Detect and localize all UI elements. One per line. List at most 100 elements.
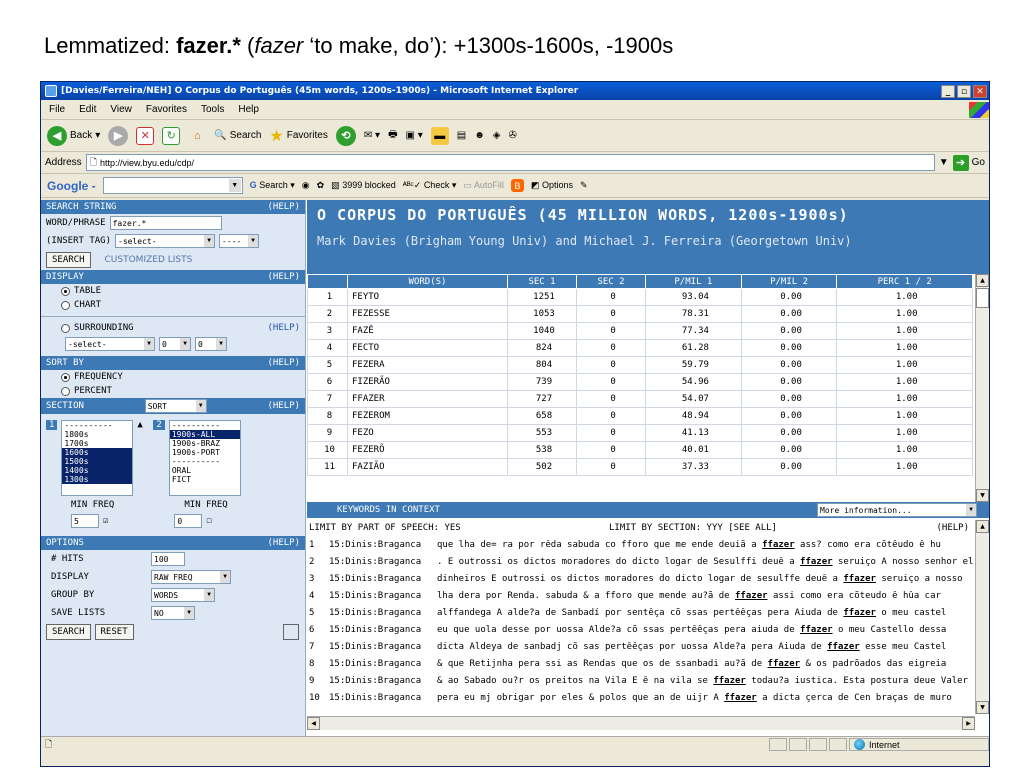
help-link[interactable]: (HELP) [267,401,300,411]
kwic-source[interactable]: 15:Dinis:Braganca [329,608,437,618]
research-icon[interactable]: ◈ [493,130,501,141]
kwic-source[interactable]: 15:Dinis:Braganca [329,642,437,652]
column-header[interactable]: WORD(S) [347,274,508,289]
kwic-keyword[interactable]: ffazer [800,557,833,567]
close-icon[interactable]: ✕ [973,84,987,98]
section-option[interactable]: 1500s [62,457,133,466]
table-row[interactable]: 10 FEZERÕ 538 0 40.01 0.00 1.00 [307,441,973,459]
word-phrase-input[interactable]: fazer.* [109,216,222,230]
refresh-icon[interactable]: ↻ [162,126,181,145]
spellcheck-button[interactable]: ᴬᴮᶜ✓ Check ▾ [403,180,457,191]
section-sort-select[interactable]: SORT [144,399,207,413]
table-row[interactable]: 11 FAZIÃO 502 0 37.33 0.00 1.00 [307,458,973,476]
table-row[interactable]: 8 FEZEROM 658 0 48.94 0.00 1.00 [307,407,973,425]
section-option[interactable]: 1400s [62,466,133,475]
word-cell[interactable]: FEZESSE [347,305,508,323]
help-link[interactable]: (HELP) [267,323,300,333]
search-submit-button[interactable]: SEARCH [46,624,91,640]
table-row[interactable]: 7 FFAZER 727 0 54.07 0.00 1.00 [307,390,973,408]
insert-tag-select[interactable]: -select- [115,234,216,248]
kwic-keyword[interactable]: ffazer [827,642,860,652]
kwic-keyword[interactable]: ffazer [735,591,768,601]
group-by-select[interactable]: WORDS [151,588,215,602]
discuss-icon[interactable]: ▤ [457,130,466,141]
menu-item-file[interactable]: File [49,104,65,115]
menu-item-tools[interactable]: Tools [201,104,224,115]
word-cell[interactable]: FEZERA [347,356,508,374]
home-icon[interactable]: ⌂ [188,127,206,145]
word-cell[interactable]: FEYTO [347,288,508,306]
kwic-keyword[interactable]: ffazer [843,608,876,618]
section2-list[interactable]: ---------- 1900s-ALL 1900s-BRAZ 1900s-PORT -… [168,420,241,496]
help-link[interactable]: (HELP) [267,538,300,548]
google-search-button[interactable]: G Search ▾ [250,180,295,191]
limit-section-text[interactable]: LIMIT BY SECTION: YYY [SEE ALL] [609,523,909,533]
kwic-source[interactable]: 15:Dinis:Braganca [329,574,437,584]
favorites-button[interactable]: ★ Favorites [269,126,327,146]
surrounding-select[interactable]: -select- [65,337,155,351]
kwic-keyword[interactable]: ffazer [843,574,876,584]
column-header[interactable]: P/MIL 1 [645,274,742,289]
kwic-keyword[interactable]: ffazer [768,659,801,669]
menu-item-favorites[interactable]: Favorites [146,104,187,115]
history-icon[interactable]: ⟲ [335,125,356,146]
section-option[interactable]: ---------- [170,457,240,466]
options-button[interactable]: ◩ Options [531,180,573,191]
scroll-down-icon[interactable]: ▼ [976,701,989,714]
blogger-icon[interactable]: B [510,179,524,192]
table-row[interactable]: 1 FEYTO 1251 0 93.04 0.00 1.00 [307,288,973,306]
chart-radio[interactable] [61,300,70,310]
kwic-hscrollbar[interactable]: ◀ ▶ [307,716,975,730]
kwic-scrollbar[interactable]: ▲ ▼ [975,520,989,714]
kwic-source[interactable]: 15:Dinis:Braganca [329,676,437,686]
menu-item-edit[interactable]: Edit [79,104,96,115]
google-logo[interactable]: Google - [47,179,96,193]
section-option[interactable]: 1900s-BRAZ [170,439,240,448]
kwic-source[interactable]: 15:Dinis:Braganca [329,557,437,567]
frequency-radio[interactable] [61,372,70,382]
tag-extra-select[interactable]: ---- [219,234,260,248]
customized-lists-link[interactable]: CUSTOMIZED LISTS [105,255,193,265]
scroll-right-icon[interactable]: ▶ [962,717,975,730]
window-titlebar[interactable]: [Davies/Ferreira/NEH] O Corpus do Portug… [41,82,989,100]
back-button[interactable]: ◀ Back ▾ [47,125,100,146]
help-link[interactable]: (HELP) [267,272,300,282]
minimize-icon[interactable]: _ [941,84,955,98]
google-search-input[interactable] [102,177,243,194]
kwic-keyword[interactable]: ffazer [724,693,757,703]
reset-button[interactable]: RESET [94,624,134,640]
kwic-keyword[interactable]: ffazer [713,676,746,686]
kwic-keyword[interactable]: ffazer [762,540,795,550]
word-cell[interactable]: FAZÊ [347,322,508,340]
word-cell[interactable]: FIZERÃO [347,373,508,391]
surrounding-radio[interactable] [61,323,70,333]
extra-button[interactable] [283,624,299,640]
go-button[interactable]: ➔ Go [952,154,985,171]
pencil-icon[interactable]: ✎ [580,180,588,191]
tool-icon[interactable]: ✇ [508,130,516,141]
table-row[interactable]: 3 FAZÊ 1040 0 77.34 0.00 1.00 [307,322,973,340]
kwic-source[interactable]: 15:Dinis:Braganca [329,659,437,669]
section-option[interactable]: 1300s [62,475,133,484]
kwic-source[interactable]: 15:Dinis:Braganca [329,540,437,550]
menu-item-help[interactable]: Help [238,104,259,115]
pagerank-icon[interactable]: ✿ [317,180,325,191]
scroll-left-icon[interactable]: ◀ [307,717,320,730]
column-header[interactable]: SEC 2 [576,274,647,289]
table-radio[interactable] [61,286,70,296]
more-info-select[interactable]: More information... [817,503,977,517]
table-row[interactable]: 9 FEZO 553 0 41.13 0.00 1.00 [307,424,973,442]
menu-item-view[interactable]: View [110,104,132,115]
right-span-select[interactable]: 0 [195,337,227,351]
min-freq-input-1[interactable]: 5 [71,514,99,528]
section-option[interactable]: 1600s [62,448,133,457]
scroll-up-icon[interactable]: ▲ [976,274,989,287]
address-dropdown-icon[interactable]: ▼ [939,157,949,168]
section-option[interactable]: 1700s [62,439,132,448]
column-header[interactable]: SEC 1 [506,274,578,289]
maximize-icon[interactable]: ▫ [957,84,971,98]
edit-icon[interactable]: ▣ ▾ [406,130,423,141]
mail-icon[interactable]: ✉ ▾ [364,130,380,141]
section-option[interactable]: FICT [170,475,240,484]
section-option[interactable]: 1800s [62,430,132,439]
